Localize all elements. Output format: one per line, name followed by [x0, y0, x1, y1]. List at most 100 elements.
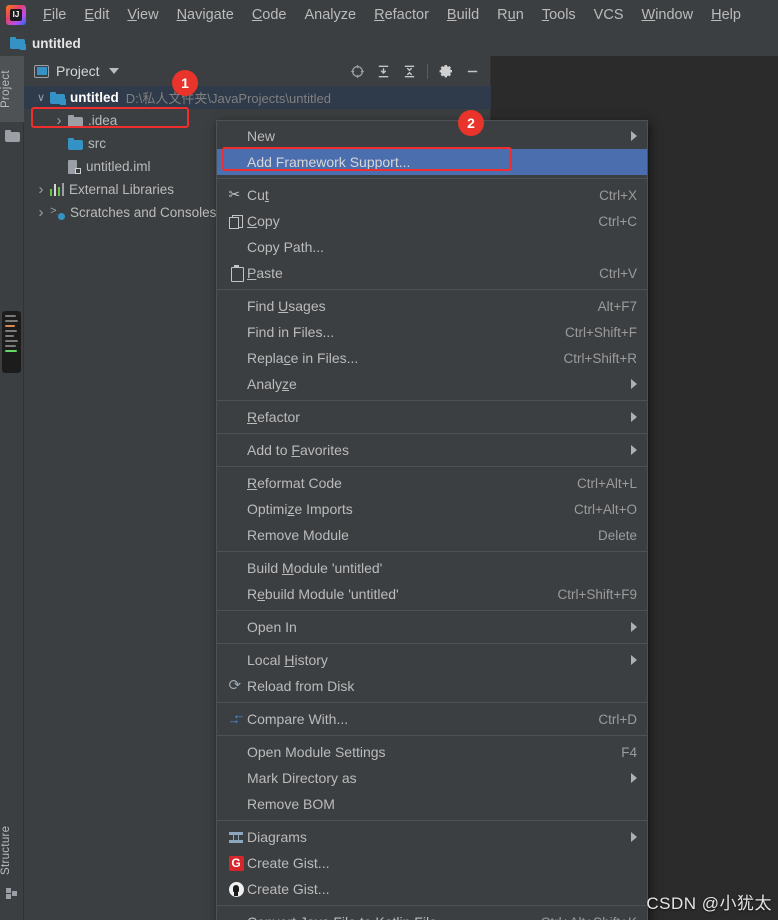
- menu-separator: [217, 702, 647, 703]
- project-context-menu: New Add Framework Support... Cut Ctrl+X Copy…: [216, 120, 648, 920]
- menu-item-open-in[interactable]: Open In: [217, 614, 647, 640]
- menu-item-add-framework-support[interactable]: Add Framework Support...: [217, 149, 647, 175]
- submenu-arrow-icon: [631, 832, 637, 842]
- diagrams-icon: [225, 830, 247, 845]
- tree-node-label: Scratches and Consoles: [70, 205, 217, 220]
- compare-icon: [225, 707, 247, 727]
- tree-node-label: External Libraries: [69, 182, 175, 197]
- menu-item-label: Open Module Settings: [247, 744, 386, 760]
- watermark: CSDN @小犹太: [646, 894, 772, 913]
- menu-item-optimize-imports[interactable]: Optimize Imports Ctrl+Alt+O: [217, 496, 647, 522]
- menu-item-label: Reload from Disk: [247, 678, 355, 694]
- menu-item-find-usages[interactable]: Find Usages Alt+F7: [217, 293, 647, 319]
- tool-window-button-structure[interactable]: Structure: [0, 816, 24, 884]
- collapse-all-icon[interactable]: [396, 58, 422, 84]
- menu-item-create-gist[interactable]: Create Gist...: [217, 876, 647, 902]
- menu-item-label: Local History: [247, 652, 328, 668]
- menu-item-shortcut: Delete: [597, 527, 637, 543]
- menu-edit[interactable]: Edit: [75, 4, 118, 26]
- menu-separator: [217, 289, 647, 290]
- menu-file[interactable]: File: [34, 4, 75, 26]
- menu-item-add-to-favorites[interactable]: Add to Favorites: [217, 437, 647, 463]
- menu-refactor[interactable]: Refactor: [365, 4, 438, 26]
- chevron-right-icon[interactable]: ›: [32, 204, 50, 221]
- menu-item-diagrams[interactable]: Diagrams: [217, 824, 647, 850]
- project-title-bar: untitled: [0, 30, 778, 56]
- menu-build[interactable]: Build: [438, 4, 488, 26]
- hide-tool-window-icon[interactable]: [459, 58, 485, 84]
- menu-window[interactable]: Window: [633, 4, 703, 26]
- tree-node-untitled[interactable]: ∨ untitled D:\私人文件夹\JavaProjects\untitled: [24, 86, 491, 109]
- menu-item-copy[interactable]: Copy Ctrl+C: [217, 208, 647, 234]
- folder-icon: [68, 114, 83, 127]
- chevron-right-icon[interactable]: ›: [32, 181, 50, 198]
- menu-item-reformat-code[interactable]: Reformat Code Ctrl+Alt+L: [217, 470, 647, 496]
- structure-grid-icon: [6, 888, 18, 900]
- menu-item-shortcut: Ctrl+D: [598, 711, 637, 727]
- module-folder-icon: [50, 91, 66, 105]
- menu-item-mark-directory-as[interactable]: Mark Directory as: [217, 765, 647, 791]
- menu-run[interactable]: Run: [488, 4, 533, 26]
- menu-item-create-gist[interactable]: Create Gist...: [217, 850, 647, 876]
- menu-item-label: Optimize Imports: [247, 501, 353, 517]
- menu-item-replace-in-files[interactable]: Replace in Files... Ctrl+Shift+R: [217, 345, 647, 371]
- menu-item-build-module-untitled[interactable]: Build Module 'untitled': [217, 555, 647, 581]
- diagrams-icon: [228, 830, 244, 845]
- menu-separator: [217, 400, 647, 401]
- chevron-down-icon[interactable]: ∨: [32, 91, 50, 104]
- chevron-right-icon[interactable]: ›: [50, 112, 68, 129]
- menu-item-label: Copy Path...: [247, 239, 325, 255]
- menu-item-convert-java-file-to-kotlin-file[interactable]: Convert Java File to Kotlin File Ctrl+Alt…: [217, 909, 647, 920]
- locate-icon[interactable]: [344, 58, 370, 84]
- menu-item-shortcut: Ctrl+V: [599, 265, 637, 281]
- menu-item-cut[interactable]: Cut Ctrl+X: [217, 182, 647, 208]
- tree-node-path: D:\私人文件夹\JavaProjects\untitled: [125, 91, 331, 106]
- menu-item-compare-with[interactable]: Compare With... Ctrl+D: [217, 706, 647, 732]
- menu-item-shortcut: Alt+F7: [597, 298, 637, 314]
- menu-separator: [217, 551, 647, 552]
- tree-node-label: untitled.iml: [86, 159, 151, 174]
- menu-help[interactable]: Help: [702, 4, 750, 26]
- menu-code[interactable]: Code: [243, 4, 296, 26]
- scratches-icon: >_: [50, 206, 66, 221]
- chevron-down-icon[interactable]: [108, 68, 119, 74]
- menu-item-remove-module[interactable]: Remove Module Delete: [217, 522, 647, 548]
- tree-node-label: .idea: [88, 113, 118, 128]
- menu-item-new[interactable]: New: [217, 123, 647, 149]
- copy-icon: [225, 214, 247, 229]
- menu-item-refactor[interactable]: Refactor: [217, 404, 647, 430]
- project-panel-actions: [344, 56, 491, 86]
- gitee-gist-icon: [225, 855, 247, 871]
- settings-gear-icon[interactable]: [433, 58, 459, 84]
- menu-item-open-module-settings[interactable]: Open Module Settings F4: [217, 739, 647, 765]
- menu-item-label: Refactor: [247, 409, 300, 425]
- submenu-arrow-icon: [631, 622, 637, 632]
- menu-item-label: Find in Files...: [247, 324, 335, 340]
- menu-item-shortcut: Ctrl+X: [599, 187, 637, 203]
- menu-view[interactable]: View: [118, 4, 167, 26]
- menu-item-paste[interactable]: Paste Ctrl+V: [217, 260, 647, 286]
- menu-separator: [217, 905, 647, 906]
- menu-item-reload-from-disk[interactable]: Reload from Disk: [217, 673, 647, 699]
- compare-icon: [228, 707, 246, 727]
- cut-icon: [229, 186, 244, 203]
- menu-vcs[interactable]: VCS: [585, 4, 633, 26]
- menu-item-copy-path[interactable]: Copy Path...: [217, 234, 647, 260]
- menu-item-shortcut: Ctrl+Shift+F9: [557, 586, 637, 602]
- menu-item-analyze[interactable]: Analyze: [217, 371, 647, 397]
- menu-item-local-history[interactable]: Local History: [217, 647, 647, 673]
- menu-item-label: Analyze: [247, 376, 297, 392]
- menu-analyze[interactable]: Analyze: [296, 4, 366, 26]
- menu-item-label: Build Module 'untitled': [247, 560, 383, 576]
- menu-item-remove-bom[interactable]: Remove BOM: [217, 791, 647, 817]
- menu-item-rebuild-module-untitled[interactable]: Rebuild Module 'untitled' Ctrl+Shift+F9: [217, 581, 647, 607]
- menu-tools[interactable]: Tools: [533, 4, 585, 26]
- expand-all-icon[interactable]: [370, 58, 396, 84]
- menu-separator: [217, 466, 647, 467]
- menu-item-label: Find Usages: [247, 298, 326, 314]
- menu-separator: [217, 433, 647, 434]
- tool-window-button-project[interactable]: Project: [0, 56, 24, 122]
- project-panel-title: Project: [56, 63, 100, 79]
- menu-item-find-in-files[interactable]: Find in Files... Ctrl+Shift+F: [217, 319, 647, 345]
- menu-navigate[interactable]: Navigate: [168, 4, 243, 26]
